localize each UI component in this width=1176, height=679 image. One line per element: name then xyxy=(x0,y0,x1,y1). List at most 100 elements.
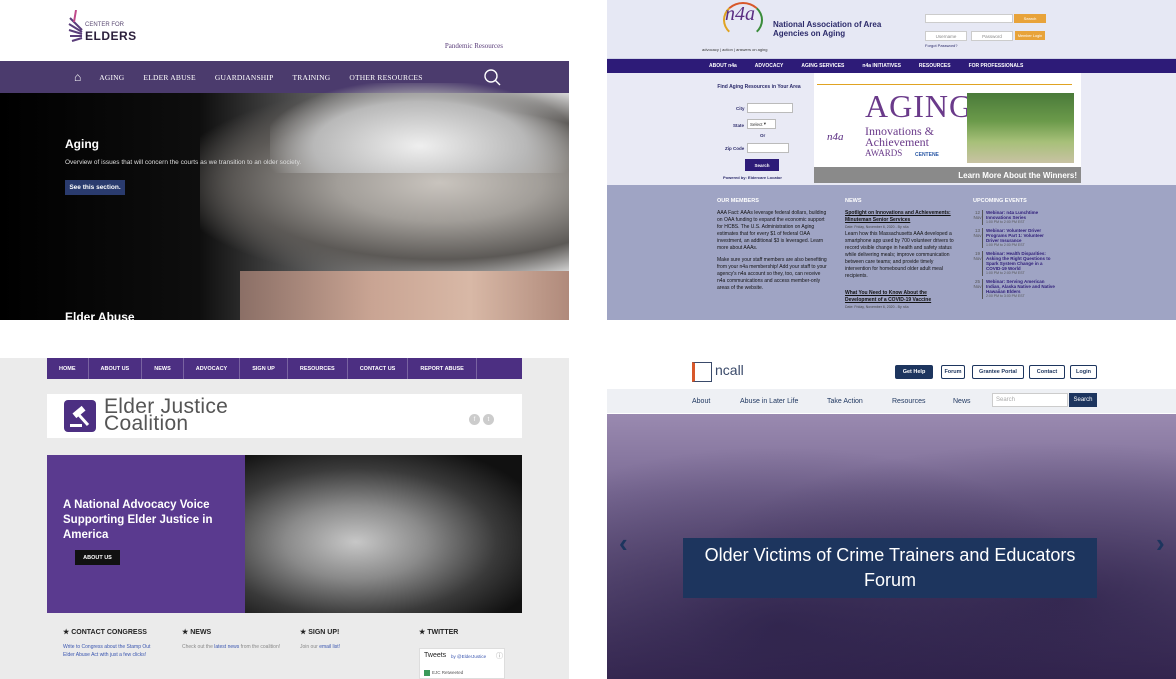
news-text-end: from the coalition! xyxy=(239,644,281,650)
city-input[interactable] xyxy=(747,103,793,113)
event-item[interactable]: 13 Nov Webinar: Volunteer Driver Programs … xyxy=(973,228,1073,248)
site-search-button[interactable]: Search xyxy=(1014,14,1046,23)
news-column: ★ NEWS Check out the latest news from th… xyxy=(182,629,282,651)
news-item-2-title[interactable]: What You Need to Know About the Developm… xyxy=(845,290,955,304)
winners-link[interactable]: Learn More About the Winners! xyxy=(814,167,1081,183)
hero-title: Aging xyxy=(65,137,99,151)
members-column: OUR MEMBERS AAA Fact: AAAs leverage fede… xyxy=(717,198,827,292)
sign-up-heading: ★ SIGN UP! xyxy=(300,629,340,636)
gavel-logo-icon[interactable] xyxy=(64,400,96,432)
hero-caption: Older Victims of Crime Trainers and Educ… xyxy=(683,538,1097,598)
event-date: 13 Nov xyxy=(973,228,983,248)
n4a-logo[interactable]: n4a xyxy=(725,3,755,26)
nav-home[interactable]: HOME xyxy=(47,358,89,379)
nav-about[interactable]: About xyxy=(692,398,710,405)
award-aging: AGING xyxy=(865,88,974,124)
pandemic-resources-link[interactable]: Pandemic Resources xyxy=(445,42,503,50)
see-section-button[interactable]: See this section. xyxy=(65,180,125,195)
nav-report-abuse[interactable]: REPORT ABUSE xyxy=(408,358,477,379)
second-photo xyxy=(240,271,569,320)
state-value: Select xyxy=(750,121,763,127)
nav-about[interactable]: ABOUT n4a xyxy=(709,63,737,69)
username-field[interactable]: Username xyxy=(925,31,967,41)
city-label: City xyxy=(736,106,745,111)
search-input[interactable]: Search xyxy=(992,393,1068,407)
hero-title: A National Advocacy Voice Supporting Eld… xyxy=(63,499,213,541)
center-for-elders-site: CENTER FOR ELDERS Pandemic Resources ⌂ A… xyxy=(0,0,569,320)
event-date: 19 Nov xyxy=(973,251,983,276)
hero-photo xyxy=(245,455,522,613)
twitter-widget[interactable]: Tweets by @ElderJustice ⓘ EJC Retweeted xyxy=(419,648,505,679)
nav-advocacy[interactable]: ADVOCACY xyxy=(755,63,784,69)
login-button[interactable]: Login xyxy=(1070,365,1097,379)
news-column: NEWS Spotlight on Innovations and Achiev… xyxy=(845,198,955,311)
retweet-icon xyxy=(424,670,430,676)
ncall-logo-icon[interactable] xyxy=(692,362,712,382)
event-title: Webinar: n4a Lunchtime Innovations Serie… xyxy=(986,210,1039,224)
logo-mark-icon xyxy=(68,10,83,42)
home-icon[interactable]: ⌂ xyxy=(74,70,81,84)
nav-sign-up[interactable]: SIGN UP xyxy=(240,358,288,379)
facebook-icon[interactable]: f xyxy=(469,414,480,425)
nav-elder-abuse[interactable]: ELDER ABUSE xyxy=(143,73,195,82)
nav-initiatives[interactable]: n4a INITIATIVES xyxy=(862,63,901,69)
locator-title: Find Aging Resources in Your Area xyxy=(717,84,801,90)
password-field[interactable]: Password xyxy=(971,31,1013,41)
nav-news[interactable]: News xyxy=(953,398,971,405)
locator-search-button[interactable]: Search xyxy=(745,159,779,171)
nav-resources[interactable]: Resources xyxy=(892,398,925,405)
site-search-input[interactable] xyxy=(925,14,1013,23)
grantee-portal-button[interactable]: Grantee Portal xyxy=(972,365,1024,379)
contact-congress-link[interactable]: Write to Congress about the Stamp Out El… xyxy=(63,643,163,659)
forum-button[interactable]: Forum xyxy=(941,365,965,379)
event-title: Webinar: Health Disparities: Asking the … xyxy=(986,251,1051,275)
zip-input[interactable] xyxy=(747,143,789,153)
nav-about[interactable]: ABOUT US xyxy=(89,358,143,379)
event-title: Webinar: Serving American Indian, Alaska… xyxy=(986,279,1055,298)
twitter-icon[interactable]: t xyxy=(483,414,494,425)
nav-aging[interactable]: AGING xyxy=(99,73,124,82)
nav-other-resources[interactable]: OTHER RESOURCES xyxy=(349,73,422,82)
event-date: 25 Nov xyxy=(973,279,983,299)
org-name: National Association of Area Agencies on… xyxy=(773,20,882,38)
chevron-right-icon[interactable]: › xyxy=(1156,528,1165,559)
nav-training[interactable]: TRAINING xyxy=(293,73,331,82)
nav-news[interactable]: NEWS xyxy=(142,358,184,379)
news-item-1-title[interactable]: Spotlight on Innovations and Achievement… xyxy=(845,210,955,224)
chevron-down-icon: ▾ xyxy=(763,121,767,126)
events-column: UPCOMING EVENTS 12 Nov Webinar: n4a Luncht… xyxy=(973,198,1073,302)
email-list-link[interactable]: email list! xyxy=(319,644,340,650)
nav-take-action[interactable]: Take Action xyxy=(827,398,863,405)
info-icon[interactable]: ⓘ xyxy=(496,651,503,661)
nav-contact[interactable]: CONTACT US xyxy=(348,358,409,379)
forgot-password-link[interactable]: Forgot Password? xyxy=(925,43,957,48)
news-item-2-date: Date: Friday, November 6, 2020 - By n4a xyxy=(845,305,909,309)
get-help-button[interactable]: Get Help xyxy=(895,365,933,379)
nav-professionals[interactable]: FOR PROFESSIONALS xyxy=(969,63,1024,69)
tweets-by[interactable]: by @ElderJustice xyxy=(451,654,486,659)
main-nav: ABOUT n4a ADVOCACY AGING SERVICES n4a IN… xyxy=(607,59,1176,73)
state-label: State xyxy=(733,123,745,128)
nav-advocacy[interactable]: ADVOCACY xyxy=(184,358,241,379)
event-item[interactable]: 12 Nov Webinar: n4a Lunchtime Innovations … xyxy=(973,210,1073,225)
twitter-heading: ★ TWITTER xyxy=(419,629,459,636)
search-button[interactable]: Search xyxy=(1069,393,1097,407)
nav-aging-services[interactable]: AGING SERVICES xyxy=(801,63,844,69)
tweets-label: Tweets xyxy=(424,652,447,659)
centene-logo: CENTENE xyxy=(915,152,939,158)
state-select[interactable]: Select ▾ xyxy=(747,119,776,129)
event-item[interactable]: 19 Nov Webinar: Health Disparities: Asking… xyxy=(973,251,1073,276)
member-login-button[interactable]: Member Login xyxy=(1015,31,1045,40)
nav-abuse-later-life[interactable]: Abuse in Later Life xyxy=(740,398,798,405)
nav-guardianship[interactable]: GUARDIANSHIP xyxy=(215,73,274,82)
latest-news-link[interactable]: latest news xyxy=(214,644,239,650)
contact-button[interactable]: Contact xyxy=(1029,365,1065,379)
event-item[interactable]: 25 Nov Webinar: Serving American Indian, A… xyxy=(973,279,1073,299)
members-text-2: Make sure your staff members are also be… xyxy=(717,257,827,291)
nav-resources[interactable]: RESOURCES xyxy=(919,63,951,69)
nav-resources[interactable]: RESOURCES xyxy=(288,358,348,379)
about-us-button[interactable]: ABOUT US xyxy=(75,550,120,565)
chevron-left-icon[interactable]: ‹ xyxy=(619,528,628,559)
center-for-elders-logo[interactable]: CENTER FOR ELDERS xyxy=(68,10,136,46)
ncall-logo-text[interactable]: ncall xyxy=(715,362,744,378)
